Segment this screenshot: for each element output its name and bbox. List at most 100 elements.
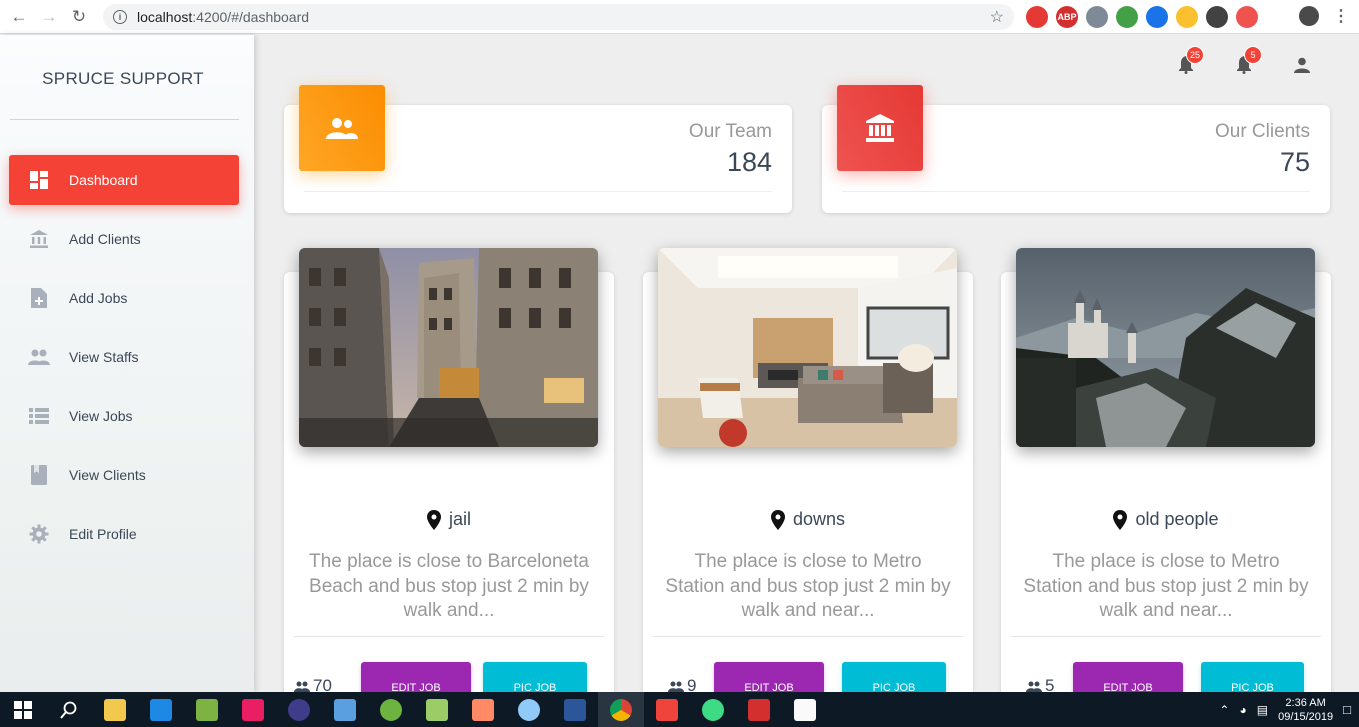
sidebar-item-add-jobs[interactable]: Add Jobs (9, 273, 239, 323)
sidebar-item-dashboard[interactable]: Dashboard (9, 155, 239, 205)
extensions-row: ABP (1026, 6, 1258, 28)
listing-location: jail (284, 509, 614, 530)
block-icon[interactable] (1026, 6, 1048, 28)
windows-start-icon[interactable] (0, 692, 46, 727)
sidebar-item-label: View Jobs (69, 408, 133, 424)
location-label: downs (792, 509, 846, 529)
adblock-icon[interactable]: ABP (1056, 6, 1078, 28)
sidebar-item-view-jobs[interactable]: View Jobs (9, 391, 239, 441)
folder-icon[interactable] (414, 692, 460, 727)
people-icon (326, 118, 358, 139)
notification-center-icon[interactable]: ▤ (1257, 703, 1268, 717)
location-pin-icon (426, 509, 441, 530)
note-add-icon (28, 287, 50, 309)
living-room-photo[interactable] (658, 248, 957, 447)
brand-title[interactable]: SPRUCE SUPPORT (0, 69, 246, 89)
file-explorer-icon[interactable] (92, 692, 138, 727)
listing-card-old-people: old people The place is close to Metro S… (1001, 248, 1331, 702)
anydesk-icon[interactable] (644, 692, 690, 727)
back-icon[interactable]: ← (6, 4, 32, 30)
virtualbox-icon[interactable] (322, 692, 368, 727)
bank-icon (28, 228, 50, 250)
eclipse-icon[interactable] (276, 692, 322, 727)
app-pink-icon[interactable] (230, 692, 276, 727)
spring-icon[interactable] (368, 692, 414, 727)
people-icon (294, 681, 310, 692)
sidebar-item-label: Dashboard (69, 172, 138, 188)
stat-title: Our Team (688, 121, 772, 142)
listing-description: The place is close to Barceloneta Beach … (309, 551, 589, 621)
moon-icon[interactable] (1176, 6, 1198, 28)
chevron-up-icon[interactable]: ⌃ (1219, 703, 1229, 717)
url-text[interactable]: localhost:4200/#/dashboard (137, 9, 309, 25)
clock[interactable]: 2:36 AM 09/15/2019 (1278, 696, 1333, 724)
divider (10, 119, 239, 120)
stat-value: 184 (726, 147, 772, 177)
media-icon[interactable] (460, 692, 506, 727)
sidebar-item-label: View Staffs (69, 349, 139, 365)
listing-description: The place is close to Metro Station and … (1023, 551, 1309, 621)
sidebar-item-view-staffs[interactable]: View Staffs (9, 332, 239, 382)
notification-badge: 25 (1185, 46, 1204, 64)
word-icon[interactable] (552, 692, 598, 727)
action-center-icon[interactable]: □ (1343, 702, 1351, 717)
listing-location: old people (1001, 509, 1331, 530)
acrobat-icon[interactable] (736, 692, 782, 727)
people-icon (1026, 681, 1042, 692)
cast-icon[interactable] (1236, 6, 1258, 28)
image-viewer-icon[interactable] (782, 692, 828, 727)
location-pin-icon (770, 509, 785, 530)
person-icon (1294, 57, 1310, 73)
notifications-button[interactable]: 25 (1176, 46, 1204, 75)
sidebar-item-label: View Clients (69, 467, 146, 483)
info-icon[interactable]: i (113, 10, 127, 24)
castle-mountain-photo[interactable] (1016, 248, 1315, 447)
search-icon[interactable] (46, 692, 92, 727)
bookmark-star-icon[interactable]: ☆ (990, 7, 1004, 27)
wifi-icon[interactable]: ◕ (1239, 703, 1246, 717)
notepad-icon[interactable] (184, 692, 230, 727)
eyedropper-icon[interactable] (1146, 6, 1168, 28)
node-icon[interactable] (1116, 6, 1138, 28)
stat-title: Our Clients (1214, 121, 1310, 142)
listing-description: The place is close to Metro Station and … (665, 551, 951, 621)
photos-icon[interactable] (506, 692, 552, 727)
people-icon (28, 346, 50, 368)
android-studio-icon[interactable] (690, 692, 736, 727)
kebab-menu-icon[interactable]: ⋮ (1333, 6, 1349, 26)
browser-toolbar: ← → ↻ i localhost:4200/#/dashboard ☆ ABP… (0, 0, 1359, 34)
vscode-icon[interactable] (138, 692, 184, 727)
sidebar-item-label: Add Clients (69, 231, 141, 247)
system-tray: ⌃ ◕ ▤ 2:36 AM 09/15/2019 □ (1219, 692, 1351, 727)
stat-icon-team (299, 85, 385, 171)
sidebar-item-edit-profile[interactable]: Edit Profile (9, 509, 239, 559)
sidebar-item-label: Add Jobs (69, 290, 128, 306)
divider (842, 191, 1310, 192)
alerts-button[interactable]: 5 (1234, 46, 1262, 75)
sidebar-item-view-clients[interactable]: View Clients (9, 450, 239, 500)
profile-avatar[interactable] (1299, 6, 1319, 26)
stat-value: 75 (1279, 147, 1310, 177)
divider (1011, 636, 1321, 637)
stat-card-clients: Our Clients 75 (822, 85, 1330, 213)
location-label: old people (1135, 509, 1219, 529)
forward-icon[interactable]: → (36, 4, 62, 30)
reload-icon[interactable]: ↻ (66, 4, 92, 30)
listing-card-jail: jail The place is close to Barceloneta B… (284, 248, 614, 702)
address-bar[interactable]: i localhost:4200/#/dashboard ☆ (103, 4, 1014, 30)
chrome-icon[interactable] (598, 692, 644, 727)
gear-icon (28, 523, 50, 545)
book-icon (28, 464, 50, 486)
city-street-photo[interactable] (299, 248, 598, 447)
clock-time: 2:36 AM (1285, 696, 1326, 709)
dashboard-icon (28, 169, 50, 191)
bank-icon (866, 114, 894, 142)
key-icon[interactable] (1206, 6, 1228, 28)
windows-taskbar: ⌃ ◕ ▤ 2:36 AM 09/15/2019 □ (0, 692, 1359, 727)
listing-location: downs (643, 509, 973, 530)
vue-icon[interactable] (1086, 6, 1108, 28)
divider (304, 191, 772, 192)
sidebar: SPRUCE SUPPORT Dashboard Add Clients Add… (0, 35, 254, 692)
account-button[interactable] (1292, 55, 1312, 75)
sidebar-item-add-clients[interactable]: Add Clients (9, 214, 239, 264)
